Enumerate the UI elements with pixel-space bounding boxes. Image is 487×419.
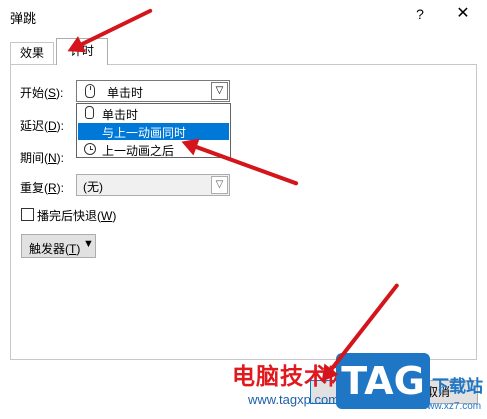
dropdown-option-on-click[interactable]: 单击时 (78, 105, 229, 122)
watermark-site-url: www.tagxp.com (248, 392, 340, 407)
start-label-text: 开始( (20, 86, 48, 100)
title-bar: 弹跳 ? ✕ (0, 0, 487, 30)
mouse-icon (85, 106, 94, 119)
dropdown-option-label: 与上一动画同时 (102, 126, 187, 140)
trigger-label-suffix: ) (76, 242, 81, 256)
rewind-label-suffix: ) (112, 209, 117, 223)
duration-label-suffix: ): (56, 151, 65, 165)
chevron-down-icon[interactable]: ▽ (211, 82, 228, 100)
help-button[interactable]: ? (410, 4, 430, 24)
duration-label: 期间(N): (20, 149, 64, 166)
delay-label-text: 延迟( (20, 119, 48, 133)
tag-logo: TAG (336, 353, 430, 409)
rewind-label-text: 播完后快退( (37, 209, 101, 223)
delay-label-suffix: ): (56, 119, 65, 133)
trigger-button[interactable]: 触发器(T) ▼ (21, 234, 96, 258)
repeat-label: 重复(R): (20, 179, 64, 196)
window-title: 弹跳 (10, 11, 37, 26)
rewind-label[interactable]: 播完后快退(W) (37, 207, 116, 224)
start-select[interactable]: 单击时 ▽ (76, 80, 230, 102)
close-button[interactable]: ✕ (452, 4, 474, 24)
start-select-value: 单击时 (107, 86, 144, 100)
repeat-label-text: 重复( (20, 181, 48, 195)
trigger-label-text: 触发器( (29, 242, 69, 256)
duration-label-text: 期间( (20, 151, 48, 165)
watermark-right-url: www.xz7.com (420, 401, 482, 412)
repeat-label-accel: R (48, 181, 57, 195)
rewind-label-accel: W (101, 209, 113, 223)
watermark-right-text: 下载站 (432, 377, 483, 396)
tab-effects[interactable]: 效果 (10, 42, 54, 64)
clock-icon (84, 143, 96, 155)
repeat-select-value: (无) (83, 180, 103, 194)
repeat-select[interactable]: (无) ▽ (76, 174, 230, 196)
repeat-label-suffix: ): (56, 181, 65, 195)
trigger-button-label: 触发器(T) (29, 240, 80, 257)
duration-label-accel: N (48, 151, 57, 165)
chevron-down-icon[interactable]: ▽ (211, 176, 228, 194)
dropdown-option-label: 单击时 (102, 108, 139, 122)
dropdown-option-label: 上一动画之后 (102, 144, 175, 158)
start-label-suffix: ): (56, 86, 64, 100)
delay-label-accel: D (48, 119, 57, 133)
rewind-checkbox[interactable] (21, 208, 34, 221)
mouse-icon (85, 84, 95, 98)
delay-label: 延迟(D): (20, 117, 64, 134)
dropdown-option-with-previous[interactable]: 与上一动画同时 (78, 123, 229, 140)
chevron-down-icon: ▼ (83, 238, 94, 250)
start-label: 开始(S): (20, 84, 63, 101)
start-label-accel: S (48, 86, 57, 100)
